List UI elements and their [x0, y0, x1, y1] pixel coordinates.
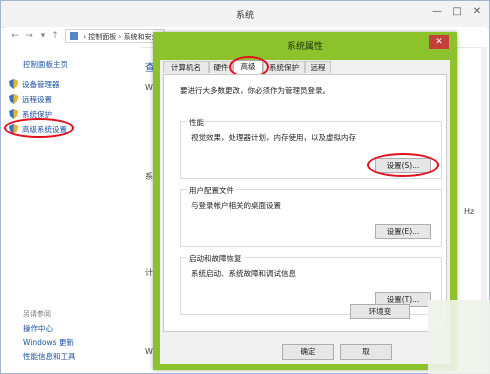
sidebar-item-label: 设备管理器	[22, 80, 60, 89]
cancel-button[interactable]: 取	[340, 344, 392, 360]
window-close-button[interactable]: ✕	[469, 5, 485, 19]
tab-bar: 计算机名 硬件 高级 系统保护 远程	[160, 56, 450, 78]
startup-recovery-desc: 系统启动、系统故障和调试信息	[191, 269, 296, 278]
performance-group: 性能 视觉效果，处理器计划，内存使用，以及虚拟内存 设置(S)...	[180, 117, 442, 179]
highlight-ellipse	[367, 153, 439, 177]
back-arrow-icon[interactable]: ←	[9, 30, 21, 42]
performance-info-link[interactable]: 性能信息和工具	[23, 351, 76, 362]
dialog-body: 计算机名 硬件 高级 系统保护 远程 要进行大多数更改，你必须作为管理员登录。 …	[160, 56, 450, 364]
dialog-title: 系统属性	[286, 42, 323, 52]
maximize-button[interactable]: □	[449, 5, 465, 19]
action-center-link[interactable]: 操作中心	[23, 323, 53, 334]
left-pane: 控制面板主页 设备管理器 远程设置 系统保护 高级系统设置 另请参阅 操作中心 …	[1, 47, 141, 373]
breadcrumb[interactable]: › 控制面板 › 系统和安全 › 系统	[65, 29, 165, 43]
shield-icon	[9, 94, 18, 104]
up-arrow-icon[interactable]: ↑	[49, 30, 61, 42]
text-fragment: 计	[145, 268, 153, 277]
tab-computer-name[interactable]: 计算机名	[163, 61, 209, 73]
startup-recovery-legend: 启动和故障恢复	[187, 253, 244, 264]
tab-remote[interactable]: 远程	[305, 61, 331, 73]
environment-variables-button[interactable]: 环境变	[350, 304, 410, 319]
breadcrumb-sep: ›	[83, 33, 87, 41]
minimize-button[interactable]: —	[429, 5, 445, 19]
recent-chevron-icon[interactable]: ▾	[37, 30, 49, 42]
ok-button[interactable]: 确定	[282, 344, 334, 360]
system-titlebar: 系统 — □ ✕	[1, 1, 489, 28]
sidebar-item-remote-settings[interactable]: 远程设置	[9, 94, 52, 105]
text-fragment: 系	[145, 172, 153, 181]
tab-system-protection[interactable]: 系统保护	[263, 61, 305, 73]
breadcrumb-control-panel[interactable]: 控制面板	[88, 33, 116, 41]
control-panel-icon	[70, 32, 78, 40]
breadcrumb-sep: ›	[118, 33, 122, 41]
user-profiles-group: 用户配置文件 与登录帐户相关的桌面设置 设置(E)...	[180, 185, 442, 247]
admin-note: 要进行大多数更改，你必须作为管理员登录。	[180, 86, 330, 95]
advanced-tab-panel: 要进行大多数更改，你必须作为管理员登录。 性能 视觉效果，处理器计划，内存使用，…	[163, 74, 447, 332]
shield-icon	[9, 109, 18, 119]
text-fragment: Hz	[464, 207, 475, 216]
system-properties-dialog: 系统属性 ✕ 计算机名 硬件 高级 系统保护 远程 要进行大多数更改，你必须作为…	[153, 32, 457, 370]
user-profiles-settings-button[interactable]: 设置(E)...	[375, 224, 431, 239]
sidebar-item-device-manager[interactable]: 设备管理器	[9, 79, 60, 90]
windows-update-link[interactable]: Windows 更新	[23, 337, 74, 348]
forward-arrow-icon[interactable]: →	[23, 30, 35, 42]
text-fragment: W	[145, 347, 153, 356]
user-profiles-legend: 用户配置文件	[187, 185, 236, 196]
system-window-title: 系统	[235, 11, 254, 21]
control-panel-home-link[interactable]: 控制面板主页	[23, 59, 68, 70]
performance-legend: 性能	[187, 117, 206, 128]
dialog-close-button[interactable]: ✕	[429, 35, 449, 49]
user-profiles-desc: 与登录帐户相关的桌面设置	[191, 201, 281, 210]
blurred-overlay	[428, 300, 490, 374]
shield-icon	[9, 79, 18, 89]
see-also-heading: 另请参阅	[23, 310, 51, 318]
sidebar-item-label: 远程设置	[22, 95, 52, 104]
highlight-ellipse	[4, 118, 74, 138]
performance-desc: 视觉效果，处理器计划，内存使用，以及虚拟内存	[191, 133, 356, 142]
text-fragment: W	[145, 83, 153, 92]
